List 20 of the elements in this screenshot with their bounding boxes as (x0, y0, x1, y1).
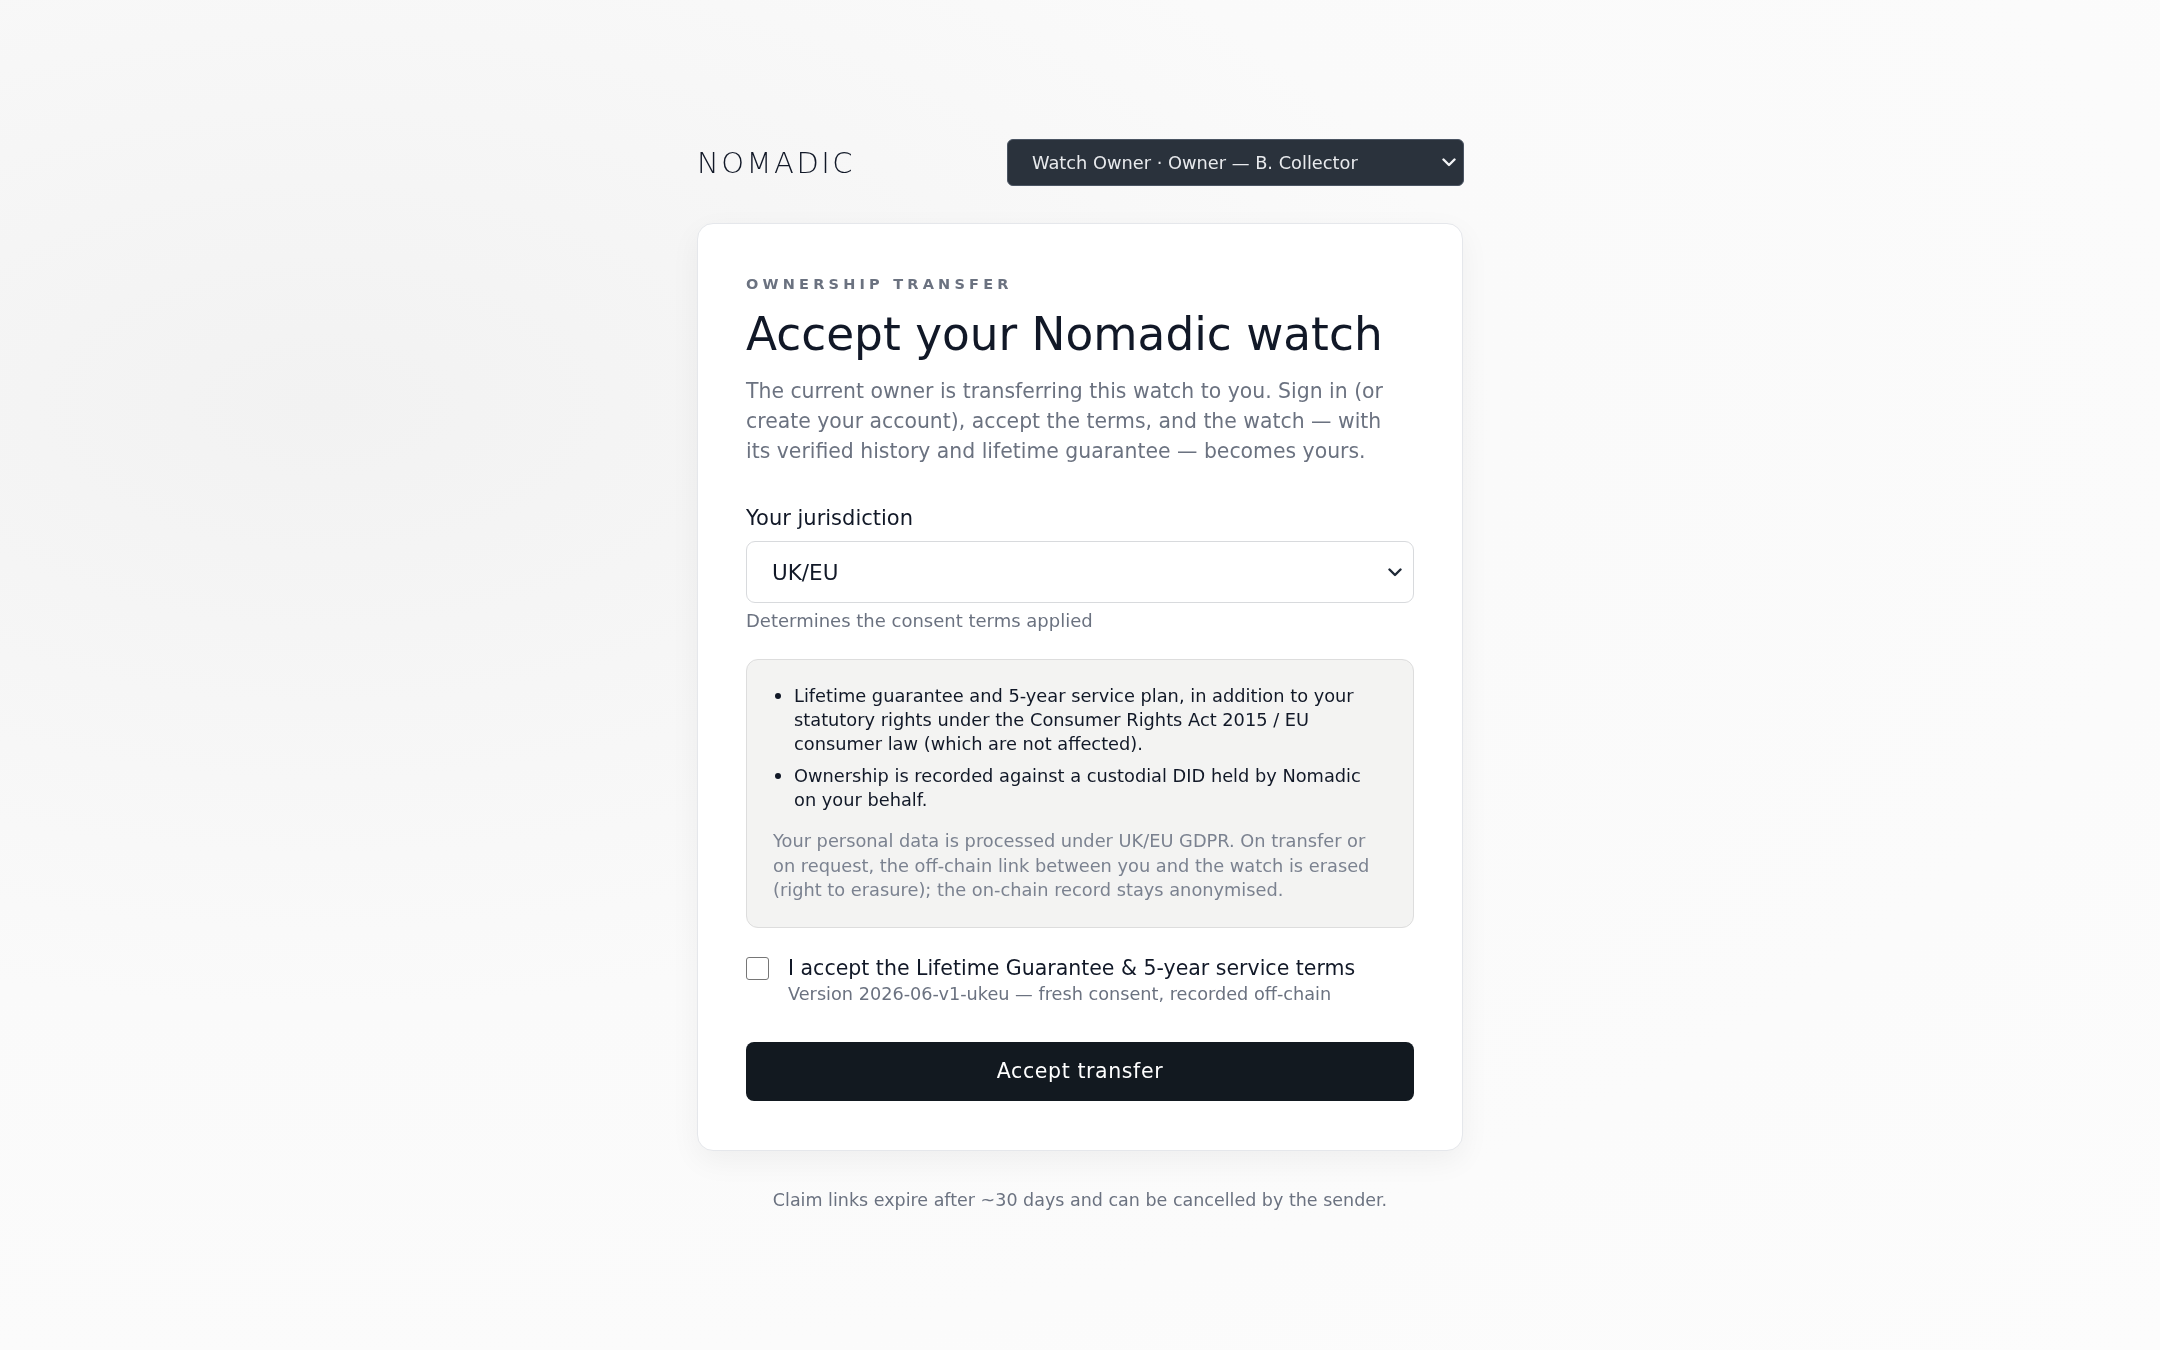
intro-text: The current owner is transferring this watch to you. Sign in (or create your account), accept the terms, and the watch — with its verified history and lifetime guarantee — becomes yours. (746, 378, 1384, 465)
footer-note: Claim links expire after ~30 days and can be cancelled by the sender. (771, 1188, 1389, 1212)
role-dropdown[interactable]: Watch Owner · Owner — B. Collector (1007, 139, 1464, 186)
chevron-down-icon (1388, 567, 1402, 577)
accept-transfer-button[interactable]: Accept transfer (746, 1041, 1414, 1101)
terms-bullet-text: Lifetime guarantee and 5-year service plan, in addition to your statutory rights under the Consumer Rights Act 2015 / EU consumer law (which are not affected). (794, 684, 1355, 756)
field-label: Your jurisdiction (746, 505, 913, 531)
page-title: Accept your Nomadic watch (746, 307, 1383, 363)
eyebrow-label: OWNERSHIP TRANSFER (746, 275, 1013, 294)
consent-version-text: Version 2026-06-v1-ukeu — fresh consent, recorded off-chain (788, 982, 1332, 1005)
privacy-note: Your personal data is processed under UK/EU GDPR. On transfer or on request, the off-chain link between you and the watch is erased (right to erasure); the on-chain record stays anonymised. (773, 829, 1371, 902)
consent-checkbox[interactable] (746, 956, 769, 980)
bullet-icon (775, 773, 781, 779)
chevron-down-icon (1442, 158, 1456, 167)
terms-bullet-text: Ownership is recorded against a custodial DID held by Nomadic on your behalf. (794, 764, 1362, 812)
jurisdiction-select[interactable]: UK/EU (746, 541, 1414, 603)
field-hint: Determines the consent terms applied (746, 609, 1093, 633)
brand-logo: NOMADIC (697, 147, 855, 178)
bullet-icon (775, 693, 781, 699)
consent-label: I accept the Lifetime Guarantee & 5-year service terms (788, 954, 1356, 981)
